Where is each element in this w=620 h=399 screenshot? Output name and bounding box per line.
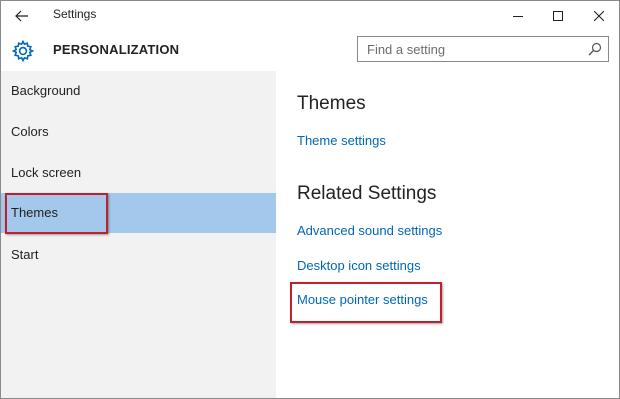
sidebar-item-colors[interactable]: Colors (1, 112, 276, 152)
maximize-button[interactable] (538, 1, 578, 31)
close-icon (594, 11, 604, 21)
sidebar-item-background[interactable]: Background (1, 71, 276, 111)
arrow-left-icon (15, 10, 28, 22)
window-title: Settings (53, 7, 97, 21)
advanced-sound-settings-link[interactable]: Advanced sound settings (297, 223, 442, 238)
gear-icon (11, 39, 35, 63)
settings-window: Settings PERSONALIZATION Find a setting … (0, 0, 620, 399)
sidebar-item-lock-screen[interactable]: Lock screen (1, 153, 276, 193)
title-bar: Settings (1, 1, 619, 31)
sidebar-item-label: Start (11, 247, 39, 262)
main-content: Themes Theme settings Related Settings A… (276, 71, 619, 398)
section-title: PERSONALIZATION (53, 42, 180, 57)
sidebar-item-label: Background (11, 83, 81, 98)
search-box[interactable] (357, 36, 609, 62)
maximize-icon (553, 11, 563, 21)
sidebar: Background Colors Lock screen Themes Sta… (1, 71, 276, 398)
related-settings-heading: Related Settings (297, 183, 437, 204)
minimize-button[interactable] (498, 1, 538, 31)
sidebar-item-label: Colors (11, 124, 49, 139)
sidebar-item-themes[interactable]: Themes (1, 193, 276, 233)
close-button[interactable] (579, 1, 619, 31)
sidebar-item-label: Themes (11, 205, 58, 220)
sidebar-item-label: Lock screen (11, 165, 82, 180)
sidebar-item-start[interactable]: Start (1, 235, 276, 275)
search-input[interactable] (358, 37, 587, 61)
theme-settings-link[interactable]: Theme settings (297, 133, 386, 148)
mouse-pointer-settings-link[interactable]: Mouse pointer settings (297, 292, 428, 307)
minimize-icon (513, 16, 523, 17)
search-icon[interactable] (588, 42, 602, 56)
themes-heading: Themes (297, 93, 366, 114)
page-header: PERSONALIZATION (1, 31, 619, 71)
back-button[interactable] (7, 3, 37, 29)
desktop-icon-settings-link[interactable]: Desktop icon settings (297, 258, 421, 273)
